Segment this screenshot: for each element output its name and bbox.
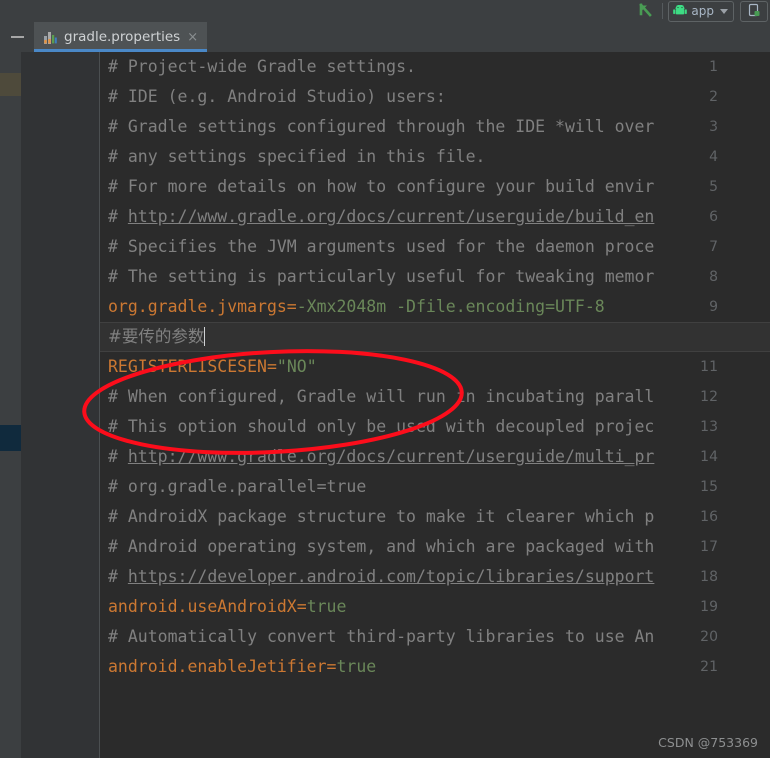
code-token-link: http://www.gradle.org/docs/current/userg… [127, 447, 655, 466]
run-configuration-label: app [691, 4, 714, 18]
csdn-watermark: CSDN @753369 [658, 735, 758, 750]
code-token-comment: # Android operating system, and which ar… [108, 537, 655, 556]
code-token-key: android.enableJetifier= [108, 657, 337, 676]
text-caret [204, 327, 206, 346]
code-token-comment: # For more details on how to configure y… [108, 177, 655, 196]
code-line[interactable]: # Gradle settings configured through the… [108, 112, 654, 142]
code-line[interactable]: # Specifies the JVM arguments used for t… [108, 232, 654, 262]
code-token-comment: # This option should only be used with d… [108, 417, 655, 436]
code-token-comment: # [108, 207, 128, 226]
code-line[interactable]: android.enableJetifier=true [108, 652, 376, 682]
code-line[interactable]: # AndroidX package structure to make it … [108, 502, 654, 532]
code-line[interactable]: # https://developer.android.com/topic/li… [108, 562, 654, 592]
android-studio-editor-window: app gradle.properties × 1 2 3 4 5 6 7 8 … [0, 0, 770, 758]
code-token-comment: # Specifies the JVM arguments used for t… [108, 237, 655, 256]
code-token-comment: # any settings specified in this file. [108, 147, 486, 166]
gradle-file-icon [43, 30, 58, 45]
code-token-key: android.useAndroidX= [108, 597, 307, 616]
android-robot-icon [673, 2, 688, 21]
code-line[interactable]: # When configured, Gradle will run in in… [108, 382, 654, 412]
line-number-gutter [21, 52, 100, 758]
code-line[interactable]: # The setting is particularly useful for… [108, 262, 654, 292]
modified-lines-marker[interactable] [0, 73, 21, 96]
code-token-comment: # org.gradle.parallel=true [108, 477, 367, 496]
collapse-all-button[interactable] [0, 22, 34, 52]
code-token-cjk: #要传的参数 [108, 327, 205, 346]
code-token-value: true [306, 597, 347, 616]
code-token-comment: # IDE (e.g. Android Studio) users: [108, 87, 446, 106]
top-toolbar: app [0, 0, 770, 22]
code-token-value: "NO" [276, 357, 317, 376]
code-line[interactable]: # org.gradle.parallel=true [108, 472, 366, 502]
code-line[interactable]: #要传的参数 [108, 322, 206, 352]
code-token-value: true [336, 657, 377, 676]
code-token-comment: # [108, 567, 128, 586]
code-token-value: -Xmx2048m -Dfile.encoding=UTF-8 [296, 297, 605, 316]
code-line[interactable]: # Project-wide Gradle settings. [108, 52, 416, 82]
chevron-down-icon[interactable] [720, 8, 728, 14]
close-icon[interactable]: × [186, 31, 199, 44]
code-line[interactable]: # Android operating system, and which ar… [108, 532, 654, 562]
code-content[interactable]: # Project-wide Gradle settings. # IDE (e.… [100, 52, 770, 758]
undo-arrow-icon[interactable] [635, 1, 657, 21]
code-token-comment: # AndroidX package structure to make it … [108, 507, 655, 526]
code-token-key: org.gradle.jvmargs= [108, 297, 297, 316]
code-line[interactable]: # any settings specified in this file. [108, 142, 486, 172]
code-token-comment: # [108, 447, 128, 466]
code-token-link: http://www.gradle.org/docs/current/userg… [127, 207, 655, 226]
added-lines-marker[interactable] [0, 425, 21, 451]
code-line[interactable]: org.gradle.jvmargs=-Xmx2048m -Dfile.enco… [108, 292, 605, 322]
code-line[interactable]: # This option should only be used with d… [108, 412, 654, 442]
code-token-comment: # Project-wide Gradle settings. [108, 57, 416, 76]
editor-tab-label: gradle.properties [64, 29, 181, 45]
code-editor[interactable]: 123456789101112131415161718192021 # Proj… [0, 52, 770, 758]
device-manager-button[interactable] [740, 0, 768, 22]
editor-tab-bar: gradle.properties × [0, 22, 770, 52]
code-line[interactable]: # IDE (e.g. Android Studio) users: [108, 82, 446, 112]
code-token-key: REGISTERLISCESEN= [108, 357, 277, 376]
toolbar-separator [662, 3, 664, 19]
code-token-comment: # The setting is particularly useful for… [108, 267, 655, 286]
code-line[interactable]: android.useAndroidX=true [108, 592, 346, 622]
code-token-link: https://developer.android.com/topic/libr… [127, 567, 655, 586]
code-line[interactable]: REGISTERLISCESEN="NO" [108, 352, 317, 382]
code-line[interactable]: # http://www.gradle.org/docs/current/use… [108, 202, 654, 232]
code-token-comment: # Automatically convert third-party libr… [108, 627, 655, 646]
editor-tab-gradle-properties[interactable]: gradle.properties × [34, 22, 208, 52]
device-manager-icon [747, 2, 761, 21]
code-token-comment: # When configured, Gradle will run in in… [108, 387, 655, 406]
change-marker-strip[interactable] [0, 52, 21, 758]
run-configuration-selector[interactable]: app [668, 0, 734, 22]
code-line[interactable]: # For more details on how to configure y… [108, 172, 654, 202]
code-line[interactable]: # http://www.gradle.org/docs/current/use… [108, 442, 654, 472]
code-token-comment: # Gradle settings configured through the… [108, 117, 655, 136]
collapse-all-icon [10, 36, 24, 38]
code-line[interactable]: # Automatically convert third-party libr… [108, 622, 654, 652]
